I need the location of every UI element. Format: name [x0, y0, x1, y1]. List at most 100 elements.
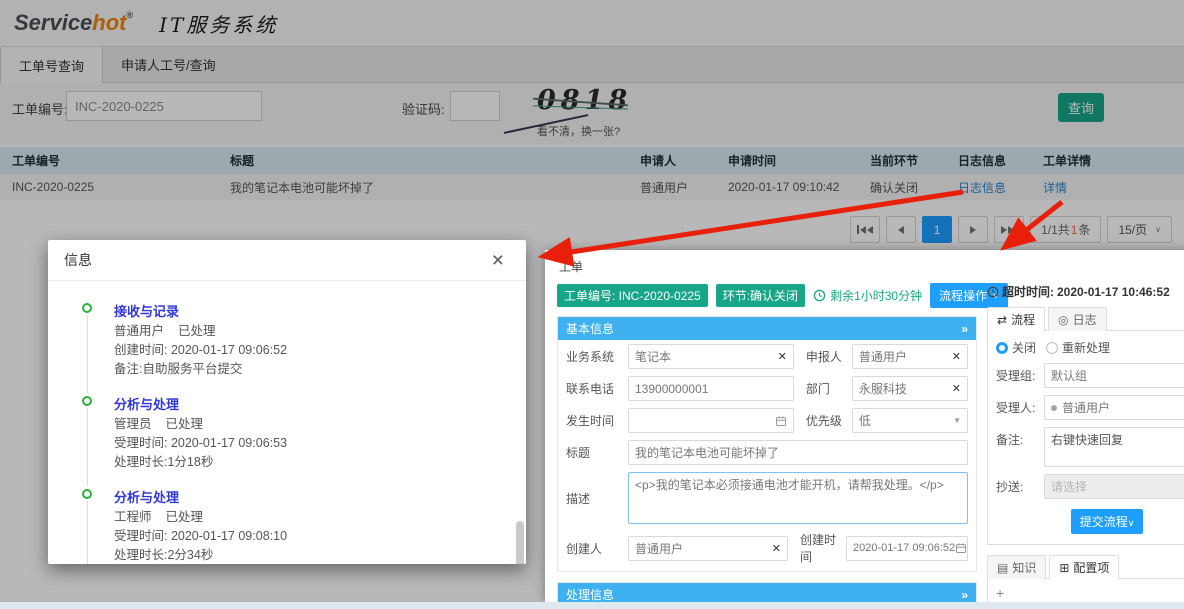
- handle-group-input[interactable]: 默认组: [1044, 363, 1184, 388]
- radio-reprocess[interactable]: [1046, 342, 1058, 354]
- log-info-dialog: 信息 × 接收与记录 普通用户已处理 创建时间: 2020-01-17 09:0…: [48, 240, 526, 564]
- priority-select[interactable]: 低▼: [852, 408, 968, 433]
- calendar-icon[interactable]: [775, 415, 787, 427]
- order-side-column: 超时时间: 2020-01-17 10:46:52 ⇄流程 ◎日志 关闭 重新处…: [987, 283, 1184, 602]
- field-value: 默认组: [1051, 367, 1087, 384]
- tab-config-items[interactable]: ⊞ 配置项: [1049, 555, 1119, 579]
- radio-reprocess-label: 重新处理: [1062, 339, 1110, 356]
- field-label: 部门: [806, 380, 852, 397]
- stage-badge: 环节:确认关闭: [716, 284, 805, 307]
- order-number-badge: 工单编号: INC-2020-0225: [557, 284, 708, 307]
- field-value: 2020-01-17 09:06:52: [853, 542, 955, 554]
- title-input[interactable]: 我的笔记本电池可能坏掉了: [628, 440, 968, 465]
- field-label: 创建人: [566, 540, 628, 557]
- order-badge-row: 工单编号: INC-2020-0225 环节:确认关闭 剩余1小时30分钟 流程…: [557, 283, 977, 308]
- dialog-scrollbar-thumb[interactable]: [516, 521, 524, 564]
- handle-info-header[interactable]: 处理信息 »: [558, 583, 976, 602]
- dialog-body: 接收与记录 普通用户已处理 创建时间: 2020-01-17 09:06:52 …: [48, 281, 526, 564]
- clear-icon[interactable]: ✕: [948, 382, 961, 395]
- field-value: 永服科技: [859, 380, 907, 397]
- timeline-status: 已处理: [178, 324, 216, 338]
- tab-label: 配置项: [1073, 559, 1109, 576]
- field-label: 抄送:: [996, 478, 1044, 495]
- field-value: 我的笔记本电池可能坏掉了: [635, 444, 779, 461]
- basic-info-header[interactable]: 基本信息 »: [558, 317, 976, 340]
- assignee-input[interactable]: 普通用户: [1044, 395, 1184, 420]
- contact-phone-input[interactable]: 13900000001: [628, 376, 794, 401]
- field-label: 受理组:: [996, 367, 1044, 384]
- basic-info-section: 基本信息 » 业务系统 笔记本✕ 申报人 普通用户✕: [557, 316, 977, 572]
- timeline-time: 受理时间: 2020-01-17 09:06:53: [114, 434, 508, 453]
- timeline-extra: 处理时长:2分34秒: [114, 546, 508, 564]
- dialog-title: 信息: [64, 250, 92, 270]
- section-title: 处理信息: [566, 586, 614, 602]
- occur-time-input[interactable]: [628, 408, 794, 433]
- clock-icon: [813, 289, 826, 302]
- field-label: 创建时间: [800, 531, 846, 565]
- timeline-status: 已处理: [166, 510, 204, 524]
- timeout-line: 超时时间: 2020-01-17 10:46:52: [987, 283, 1184, 300]
- config-items-box: + HD-HD-HD00024 行政部-笔记本-001 HD-HD00020 政…: [987, 578, 1184, 602]
- field-value: 13900000001: [635, 382, 708, 396]
- field-label: 标题: [566, 444, 628, 461]
- field-value: 笔记本: [635, 348, 671, 365]
- creator-input[interactable]: 普通用户✕: [628, 536, 788, 561]
- log-icon: ◎: [1058, 313, 1068, 327]
- remaining-time: 剩余1小时30分钟: [813, 287, 922, 304]
- reporter-input[interactable]: 普通用户✕: [852, 344, 968, 369]
- timeline-extra: 处理时长:1分18秒: [114, 453, 508, 472]
- add-config-item-button[interactable]: +: [996, 585, 1184, 601]
- tab-log[interactable]: ◎ 日志: [1048, 307, 1107, 331]
- tab-label: 日志: [1073, 311, 1097, 328]
- dialog-header: 信息 ×: [48, 240, 526, 281]
- timeline-actor: 工程师: [114, 510, 152, 524]
- field-label: 受理人:: [996, 399, 1044, 416]
- business-system-input[interactable]: 笔记本 ✕: [628, 344, 794, 369]
- clear-icon[interactable]: ✕: [774, 350, 787, 363]
- tab-label: 知识: [1012, 559, 1036, 576]
- calendar-icon[interactable]: [955, 542, 967, 554]
- clear-icon[interactable]: ✕: [768, 542, 781, 555]
- timeline-step-name: 分析与处理: [114, 394, 508, 413]
- submit-flow-label: 提交流程: [1080, 515, 1128, 529]
- panel-title: 工单: [559, 258, 1184, 275]
- clock-icon: [987, 286, 999, 298]
- status-dot: [1051, 405, 1057, 411]
- collapse-icon: »: [961, 588, 968, 602]
- radio-close[interactable]: [996, 342, 1008, 354]
- cc-input[interactable]: 请选择: [1044, 474, 1184, 499]
- timeline-entry: 分析与处理 管理员已处理 受理时间: 2020-01-17 09:06:53 处…: [70, 394, 508, 472]
- chevron-down-icon: ▼: [953, 416, 961, 425]
- config-icon: ⊞: [1059, 561, 1069, 575]
- timeline-connector: [87, 408, 88, 486]
- timeline-connector: [87, 501, 88, 564]
- field-label: 联系电话: [566, 380, 628, 397]
- timeline-time: 创建时间: 2020-01-17 09:06:52: [114, 341, 508, 360]
- handle-info-section: 处理信息 » 根源分析 硬件原因✕ 解决时间 2020-01-20 00:00:…: [557, 582, 977, 602]
- knowledge-ci-tabs: ▤ 知识 ⊞ 配置项: [987, 555, 1184, 579]
- timeout-label: 超时时间:: [1002, 283, 1054, 300]
- create-time-input[interactable]: 2020-01-17 09:06:52: [846, 536, 968, 561]
- knowledge-icon: ▤: [997, 561, 1008, 575]
- timeline-actor: 管理员: [114, 417, 152, 431]
- field-placeholder: 请选择: [1051, 478, 1087, 495]
- timeline-dot-icon: [82, 303, 92, 313]
- screen: Servicehot® IT服务系统 工单号查询 申请人工号/查询 工单编号: …: [0, 0, 1184, 609]
- timeline-connector: [87, 315, 88, 393]
- tab-knowledge[interactable]: ▤ 知识: [987, 555, 1046, 579]
- timeline-actor: 普通用户: [114, 324, 164, 338]
- timeline-entry: 分析与处理 工程师已处理 受理时间: 2020-01-17 09:08:10 处…: [70, 487, 508, 564]
- tab-flow[interactable]: ⇄流程: [987, 307, 1045, 331]
- remark-textarea[interactable]: 右键快速回复: [1044, 427, 1184, 467]
- field-value: 低: [859, 412, 871, 429]
- timeline-status: 已处理: [166, 417, 204, 431]
- timeout-value: 2020-01-17 10:46:52: [1057, 285, 1170, 299]
- submit-flow-button[interactable]: 提交流程∨: [1071, 509, 1144, 534]
- timeline-step-name: 接收与记录: [114, 301, 508, 320]
- close-icon[interactable]: ×: [492, 250, 504, 271]
- remaining-time-text: 剩余1小时30分钟: [830, 287, 922, 304]
- department-input[interactable]: 永服科技 ✕: [852, 376, 968, 401]
- description-textarea[interactable]: <p>我的笔记本必须接通电池才能开机，请帮我处理。</p>: [628, 472, 968, 524]
- clear-icon[interactable]: ✕: [948, 350, 961, 363]
- timeline-extra: 备注:自助服务平台提交: [114, 360, 508, 379]
